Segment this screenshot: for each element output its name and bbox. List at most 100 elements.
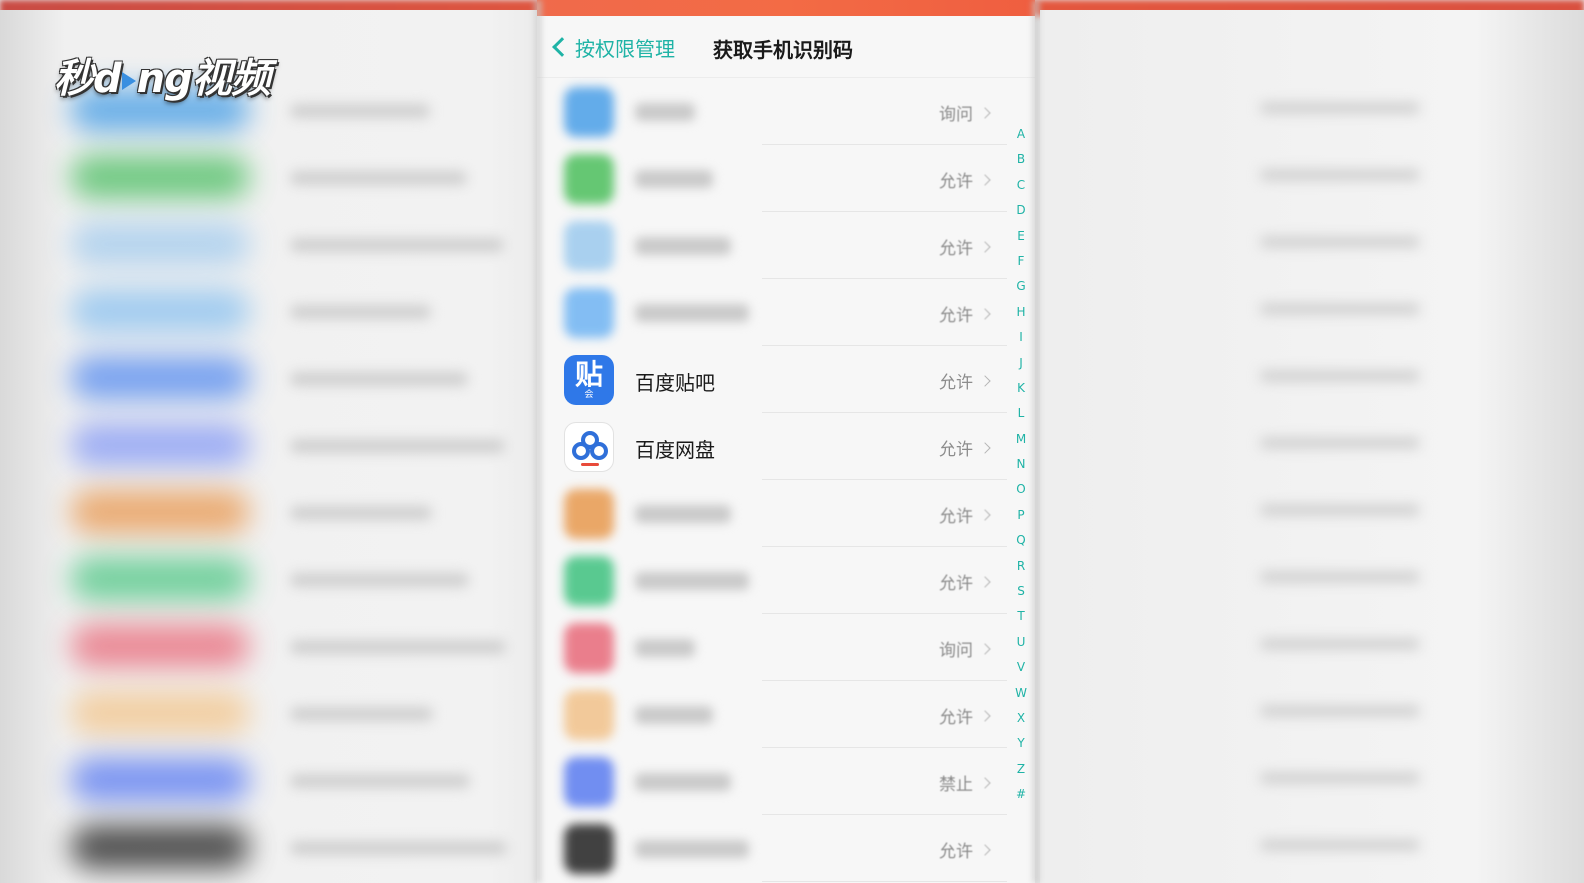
index-letter[interactable]: #: [1011, 782, 1031, 807]
app-row[interactable]: 询问: [537, 78, 1007, 145]
app-name: [635, 170, 713, 188]
index-letter[interactable]: B: [1011, 147, 1031, 172]
chevron-right-icon: [979, 374, 991, 387]
index-letter[interactable]: W: [1011, 681, 1031, 706]
index-letter[interactable]: Z: [1011, 757, 1031, 782]
index-letter[interactable]: X: [1011, 706, 1031, 731]
app-name: [635, 572, 749, 590]
app-icon-lightblue: [564, 221, 614, 271]
blurred-background-right: [1040, 10, 1584, 883]
index-letter[interactable]: M: [1011, 427, 1031, 452]
blurred-text: [290, 841, 507, 855]
permission-label: 禁止: [939, 775, 973, 795]
permission-value[interactable]: 询问: [939, 636, 991, 661]
blurred-text: [290, 506, 432, 520]
app-name: [635, 639, 695, 657]
app-row[interactable]: 允许: [537, 681, 1007, 748]
blurred-text-right: [1260, 236, 1420, 248]
permission-value[interactable]: 允许: [939, 569, 991, 594]
permission-value[interactable]: 允许: [939, 234, 991, 259]
index-letter[interactable]: G: [1011, 274, 1031, 299]
index-letter[interactable]: Y: [1011, 731, 1031, 756]
blurred-row: [0, 750, 542, 810]
app-icon-indigo: [564, 757, 614, 807]
chevron-right-icon: [979, 709, 991, 722]
blurred-row: [0, 281, 542, 341]
index-letter[interactable]: F: [1011, 249, 1031, 274]
blurred-icon: [70, 155, 250, 199]
blurred-text: [290, 640, 506, 654]
permission-value[interactable]: 允许: [939, 703, 991, 728]
app-row[interactable]: 询问: [537, 614, 1007, 681]
index-letter[interactable]: V: [1011, 655, 1031, 680]
index-letter[interactable]: E: [1011, 224, 1031, 249]
index-letter[interactable]: Q: [1011, 528, 1031, 553]
blurred-text-right: [1260, 437, 1420, 449]
permission-value[interactable]: 允许: [939, 837, 991, 862]
app-icon-orange: [564, 489, 614, 539]
chevron-right-icon: [979, 106, 991, 119]
page-title: 获取手机识别码: [713, 38, 853, 62]
index-letter[interactable]: O: [1011, 477, 1031, 502]
app-row[interactable]: 允许: [537, 212, 1007, 279]
blurred-row: [0, 616, 542, 676]
permission-value[interactable]: 允许: [939, 301, 991, 326]
app-row[interactable]: 允许: [537, 815, 1007, 882]
permission-value[interactable]: 允许: [939, 368, 991, 393]
alphabet-index[interactable]: A B C D E F G H I J K L M N O P Q R S T U V W X Y Z #: [1011, 122, 1031, 808]
index-letter[interactable]: S: [1011, 579, 1031, 604]
app-row[interactable]: 贴会百度贴吧 允许: [537, 346, 1007, 413]
index-letter[interactable]: C: [1011, 173, 1031, 198]
index-letter[interactable]: K: [1011, 376, 1031, 401]
edge-left: [534, 0, 542, 883]
index-letter[interactable]: R: [1011, 554, 1031, 579]
app-row[interactable]: 允许: [537, 480, 1007, 547]
index-letter[interactable]: N: [1011, 452, 1031, 477]
permission-label: 允许: [939, 306, 973, 326]
index-letter[interactable]: I: [1011, 325, 1031, 350]
blurred-icon: [70, 758, 250, 802]
app-row[interactable]: 百度网盘 允许: [537, 413, 1007, 480]
blurred-text-right: [1260, 772, 1420, 784]
play-icon: [121, 72, 136, 90]
permission-value[interactable]: 允许: [939, 167, 991, 192]
index-letter[interactable]: P: [1011, 503, 1031, 528]
app-icon-black: [564, 824, 614, 874]
tieba-icon: 贴会: [564, 355, 614, 405]
app-row[interactable]: 禁止: [537, 748, 1007, 815]
app-name: [635, 304, 749, 322]
index-letter[interactable]: J: [1011, 351, 1031, 376]
blurred-row: [0, 348, 542, 408]
app-icon-sky: [564, 288, 614, 338]
app-icon-amber: [564, 690, 614, 740]
index-letter[interactable]: A: [1011, 122, 1031, 147]
permission-value[interactable]: 允许: [939, 502, 991, 527]
blurred-text: [290, 372, 468, 386]
index-letter[interactable]: U: [1011, 630, 1031, 655]
blurred-row: [0, 817, 542, 877]
chevron-right-icon: [979, 240, 991, 253]
app-row[interactable]: 允许: [537, 547, 1007, 614]
index-letter[interactable]: H: [1011, 300, 1031, 325]
permission-label: 允许: [939, 708, 973, 728]
blurred-text-right: [1260, 638, 1420, 650]
app-name: 百度网盘: [635, 438, 715, 462]
blurred-text-right: [1260, 571, 1420, 583]
back-button[interactable]: 按权限管理: [551, 32, 675, 62]
app-row[interactable]: 允许: [537, 279, 1007, 346]
permission-label: 允许: [939, 440, 973, 460]
permission-value[interactable]: 询问: [939, 100, 991, 125]
permission-label: 允许: [939, 574, 973, 594]
chevron-right-icon: [979, 642, 991, 655]
blurred-icon: [70, 356, 250, 400]
permission-value[interactable]: 允许: [939, 435, 991, 460]
index-letter[interactable]: L: [1011, 401, 1031, 426]
permission-value[interactable]: 禁止: [939, 770, 991, 795]
permission-label: 允许: [939, 842, 973, 862]
chevron-right-icon: [979, 508, 991, 521]
index-letter[interactable]: T: [1011, 604, 1031, 629]
app-row[interactable]: 允许: [537, 145, 1007, 212]
blurred-text-right: [1260, 303, 1420, 315]
app-name: [635, 237, 731, 255]
index-letter[interactable]: D: [1011, 198, 1031, 223]
